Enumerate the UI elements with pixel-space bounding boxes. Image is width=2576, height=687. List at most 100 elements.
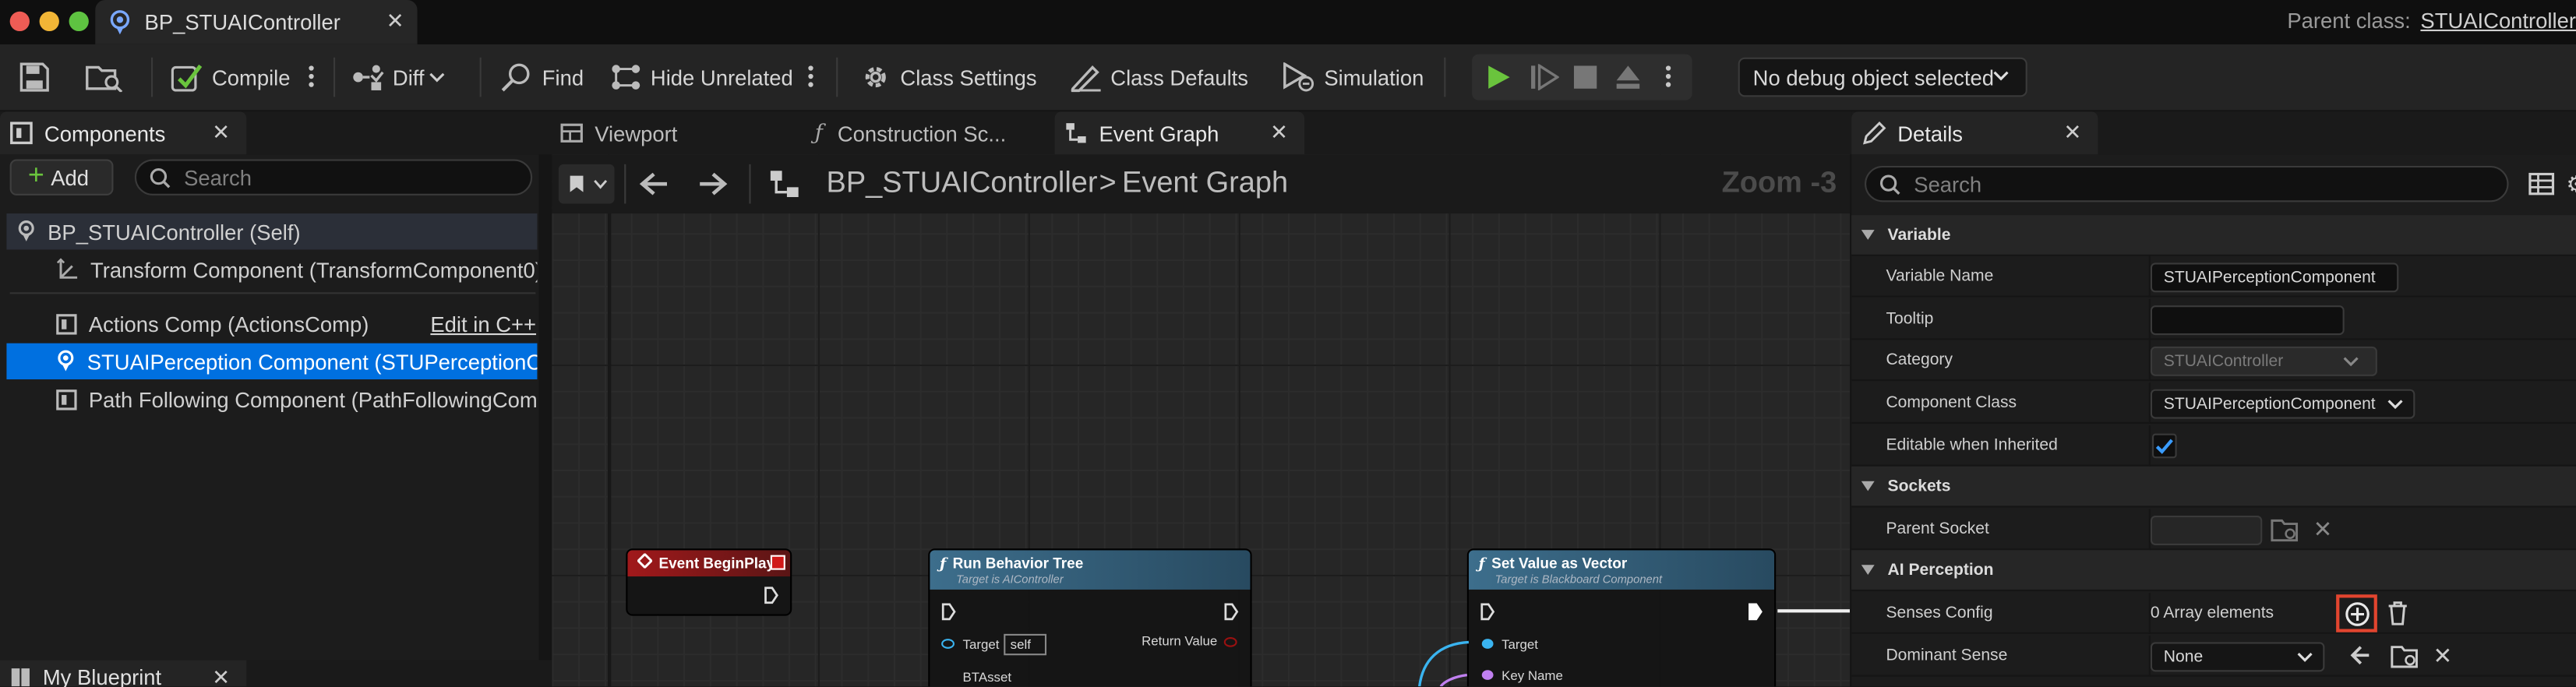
my-blueprint-tab-label: My Blueprint — [42, 664, 162, 687]
find-button[interactable]: Find — [501, 44, 584, 110]
function-icon: ƒ — [940, 556, 947, 573]
clear-socket-icon[interactable]: ✕ — [2313, 516, 2333, 544]
node-run-behavior-tree[interactable]: ƒ Run Behavior Tree Target is AIController… — [928, 548, 1252, 687]
diff-button[interactable]: Diff — [351, 44, 453, 110]
minimize-window-button[interactable] — [39, 11, 59, 32]
forward-arrow-icon[interactable] — [698, 171, 728, 197]
edit-in-cpp-link[interactable]: Edit in C++ — [430, 312, 536, 336]
graph-nav-bar: BP_STUAIController > Event Graph Zoom -3 — [552, 154, 1851, 214]
tree-item-path-following[interactable]: Path Following Component (PathFollowingC… — [6, 381, 537, 417]
tab-viewport[interactable]: Viewport — [552, 111, 798, 154]
component-class-value: STUAIPerceptionComponent — [2163, 396, 2376, 414]
section-ai-perception[interactable]: AI Perception — [1851, 550, 2576, 592]
exec-wire — [1777, 609, 1851, 613]
simulation-button[interactable]: Simulation — [1279, 44, 1424, 110]
add-array-element-button[interactable] — [2336, 594, 2377, 632]
row-editable-inherited: Editable when Inherited — [1851, 425, 2576, 467]
editable-checkbox[interactable] — [2152, 433, 2177, 459]
tooltip-field[interactable] — [2150, 305, 2345, 336]
debug-object-select[interactable]: No debug object selected — [1738, 57, 2027, 97]
compile-options-button[interactable] — [309, 65, 314, 89]
close-window-button[interactable] — [9, 11, 30, 32]
zoom-window-button[interactable] — [69, 11, 89, 32]
clear-dominant-sense-icon[interactable]: ✕ — [2433, 642, 2453, 670]
parent-class-link[interactable]: STUAIController — [2420, 9, 2576, 33]
target-self-field[interactable]: self — [1004, 633, 1047, 656]
components-search-input[interactable]: Search — [134, 159, 533, 196]
viewport-tab-label: Viewport — [595, 120, 678, 146]
category-value: STUAIController — [2163, 353, 2284, 372]
variable-name-field[interactable]: STUAIPerceptionComponent — [2150, 262, 2399, 293]
browse-button[interactable] — [86, 44, 133, 110]
trash-icon[interactable] — [2387, 601, 2408, 626]
tree-item-label: STUAIPerception Component (STUPerception… — [86, 349, 538, 374]
browse-asset-icon[interactable] — [2391, 643, 2420, 668]
node-title: Set Value as Vector — [1491, 555, 1628, 572]
compile-button[interactable]: Compile — [171, 44, 291, 110]
event-graph-tab-label: Event Graph — [1099, 120, 1219, 146]
browse-socket-icon[interactable] — [2271, 517, 2300, 542]
target-pin-label: Target — [1501, 637, 1538, 653]
component-class-select[interactable]: STUAIPerceptionComponent — [2150, 389, 2415, 419]
parent-socket-field[interactable] — [2150, 516, 2263, 545]
tab-my-blueprint[interactable]: My Blueprint ✕ — [0, 660, 247, 687]
cpp-component-icon — [56, 313, 77, 334]
eject-icon[interactable] — [1615, 64, 1642, 90]
section-variable[interactable]: Variable — [1851, 215, 2576, 256]
exec-in-pin[interactable] — [941, 603, 956, 621]
close-tab-button[interactable]: ✕ — [386, 9, 404, 35]
add-component-button[interactable]: + Add — [9, 159, 114, 196]
class-defaults-button[interactable]: Class Defaults — [1070, 44, 1248, 110]
close-event-graph-tab[interactable]: ✕ — [1270, 120, 1288, 146]
close-details-tab[interactable]: ✕ — [2063, 120, 2081, 146]
bookmark-button[interactable] — [558, 164, 615, 204]
document-tab[interactable]: BP_STUAIController ✕ — [95, 0, 418, 44]
tree-item-perception[interactable]: STUAIPerception Component (STUPerception… — [6, 343, 538, 380]
step-icon[interactable] — [1530, 64, 1559, 90]
components-icon — [10, 122, 34, 145]
tab-event-graph[interactable]: Event Graph ✕ — [1054, 111, 1305, 155]
return-value-pin[interactable] — [1223, 637, 1237, 647]
node-event-beginplay[interactable]: Event BeginPlay — [626, 548, 792, 616]
target-pin[interactable] — [941, 639, 955, 649]
tab-construction-script[interactable]: ƒ Construction Sc... — [805, 111, 1051, 154]
settings-gear-icon[interactable]: ⚙ — [2566, 171, 2576, 199]
play-icon[interactable] — [1485, 64, 1512, 90]
tree-item-label: Transform Component (TransformComponent0… — [90, 256, 538, 282]
hide-unrelated-button[interactable]: Hide Unrelated — [609, 44, 793, 110]
return-value-label: Return Value — [1142, 633, 1218, 649]
event-graph-canvas[interactable]: BP_STUAIController > Event Graph Zoom -3… — [552, 154, 1851, 687]
dominant-sense-select[interactable]: None — [2150, 642, 2325, 672]
hide-unrelated-options-button[interactable] — [808, 65, 813, 89]
node-set-value-as-vector[interactable]: ƒ Set Value as Vector Target is Blackboard… — [1466, 548, 1777, 687]
back-arrow-icon[interactable] — [639, 171, 669, 197]
details-search-input[interactable]: Search — [1865, 165, 2509, 203]
compile-label: Compile — [211, 65, 291, 90]
delegate-pin[interactable] — [770, 555, 785, 570]
tree-item-actions-comp[interactable]: Actions Comp (ActionsComp) Edit in C++ — [6, 305, 537, 341]
exec-in-pin[interactable] — [1480, 603, 1495, 621]
section-sockets[interactable]: Sockets — [1851, 466, 2576, 508]
use-selected-icon[interactable] — [2349, 643, 2373, 667]
exec-out-pin[interactable] — [764, 587, 778, 604]
section-label: Variable — [1887, 226, 1951, 245]
breadcrumb-leaf[interactable]: Event Graph — [1122, 166, 1288, 200]
save-button[interactable] — [18, 44, 59, 110]
breadcrumb-root[interactable]: BP_STUAIController — [827, 166, 1098, 200]
stop-icon[interactable] — [1573, 65, 1597, 89]
category-combo[interactable]: STUAIController — [2150, 346, 2377, 376]
close-components-tab[interactable]: ✕ — [212, 120, 230, 146]
tree-item-label: Actions Comp (ActionsComp) — [88, 311, 369, 336]
class-settings-button[interactable]: Class Settings — [859, 44, 1037, 110]
tab-components[interactable]: Components ✕ — [0, 111, 247, 155]
bt-asset-label: BTAsset — [962, 670, 1012, 685]
exec-out-pin[interactable] — [1224, 603, 1239, 621]
class-defaults-icon — [1070, 62, 1111, 93]
close-my-blueprint-tab[interactable]: ✕ — [212, 665, 230, 687]
tree-item-self[interactable]: BP_STUAIController (Self) — [6, 213, 538, 250]
play-options-button[interactable] — [1665, 65, 1671, 89]
table-view-icon[interactable] — [2528, 172, 2555, 196]
exec-out-pin[interactable] — [1748, 603, 1763, 621]
tab-details[interactable]: Details ✕ — [1851, 111, 2098, 155]
tree-item-transform[interactable]: Transform Component (TransformComponent0… — [6, 252, 537, 287]
